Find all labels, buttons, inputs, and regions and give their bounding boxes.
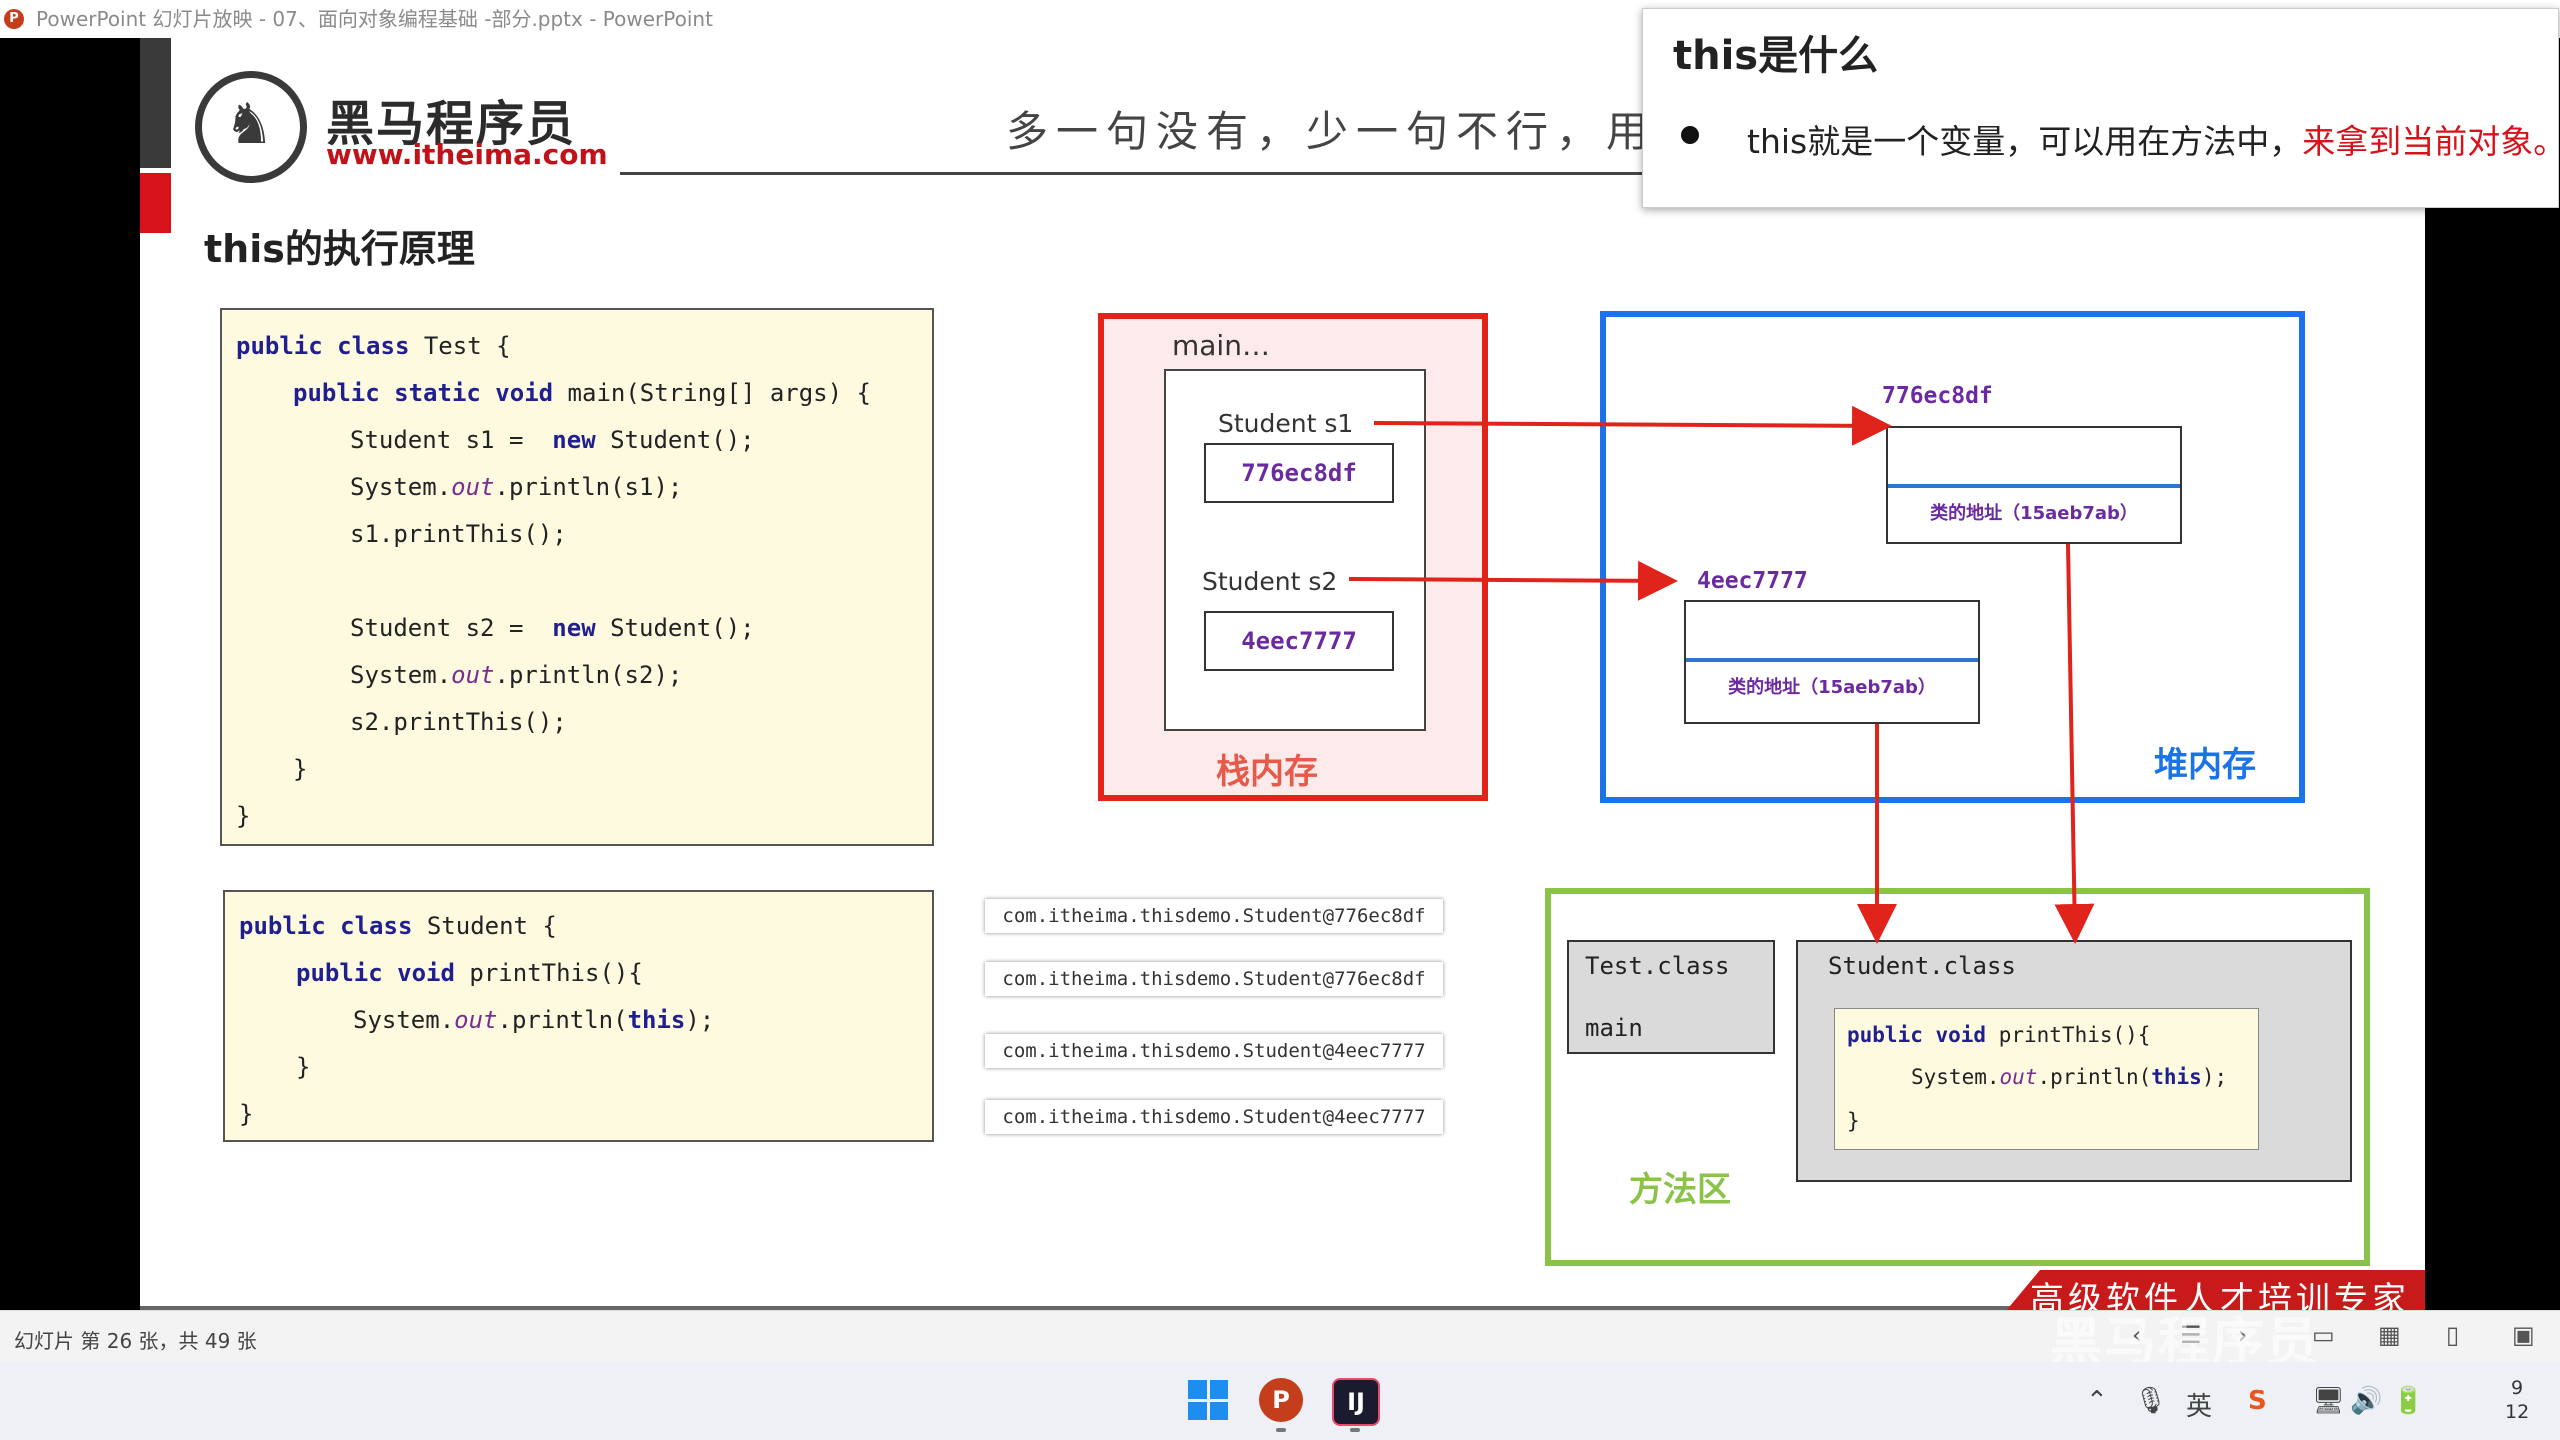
arrow-s2-to-object-2 [1348,560,1678,601]
popup-text: this就是一个变量，可以用在方法中，来拿到当前对象。 [1747,115,2560,163]
arrow-s1-to-object-1 [1373,405,1892,446]
popup-text-normal: this就是一个变量，可以用在方法中， [1747,122,2303,161]
this-definition-popup: this是什么 this就是一个变量，可以用在方法中，来拿到当前对象。 [1642,8,2560,208]
network-icon[interactable]: 🖥 [2312,1386,2345,1416]
reference-arrows [1348,405,2095,944]
arrow-object-1-to-class [2054,543,2095,944]
powerpoint-icon: P [4,9,24,29]
intellij-taskbar-icon[interactable]: IJ [1332,1378,1380,1426]
reading-view-icon[interactable]: ▯ [2446,1321,2459,1349]
volume-icon[interactable]: 🔊 [2350,1386,2382,1416]
slide: ♞ 黑马程序员 www.itheima.com 多一句没有，少一句不行，用 th… [140,38,2425,1310]
sogou-input-icon[interactable]: S [2248,1386,2267,1416]
clock-line-1: 9 [2511,1377,2524,1399]
powerpoint-taskbar-icon[interactable]: P [1259,1378,1303,1422]
clock[interactable]: 9 12 [2505,1376,2529,1424]
popup-text-highlight: 来拿到当前对象。 [2302,122,2560,161]
tray-chevron-up-icon[interactable]: ⌃ [2086,1386,2108,1416]
windows-start-icon[interactable] [1188,1380,1228,1420]
ime-indicator[interactable]: 英 [2186,1386,2212,1423]
bullet-icon [1681,126,1699,144]
window-title: PowerPoint 幻灯片放映 - 07、面向对象编程基础 -部分.pptx … [36,7,713,31]
intellij-running-indicator [1350,1428,1360,1432]
popup-title: this是什么 [1673,33,1879,79]
clock-line-2: 12 [2505,1401,2530,1423]
battery-icon[interactable]: 🔋 [2392,1386,2424,1416]
slide-counter: 幻灯片 第 26 张，共 49 张 [14,1329,257,1353]
slideshow-icon[interactable]: ▣ [2512,1321,2535,1349]
powerpoint-running-indicator [1276,1428,1286,1432]
microphone-icon[interactable]: 🎙 [2134,1386,2167,1416]
slide-sorter-icon[interactable]: ▦ [2378,1321,2401,1349]
taskbar: P IJ ⌃ 🎙 英 S 🖥 🔊 🔋 9 12 [0,1362,2560,1440]
